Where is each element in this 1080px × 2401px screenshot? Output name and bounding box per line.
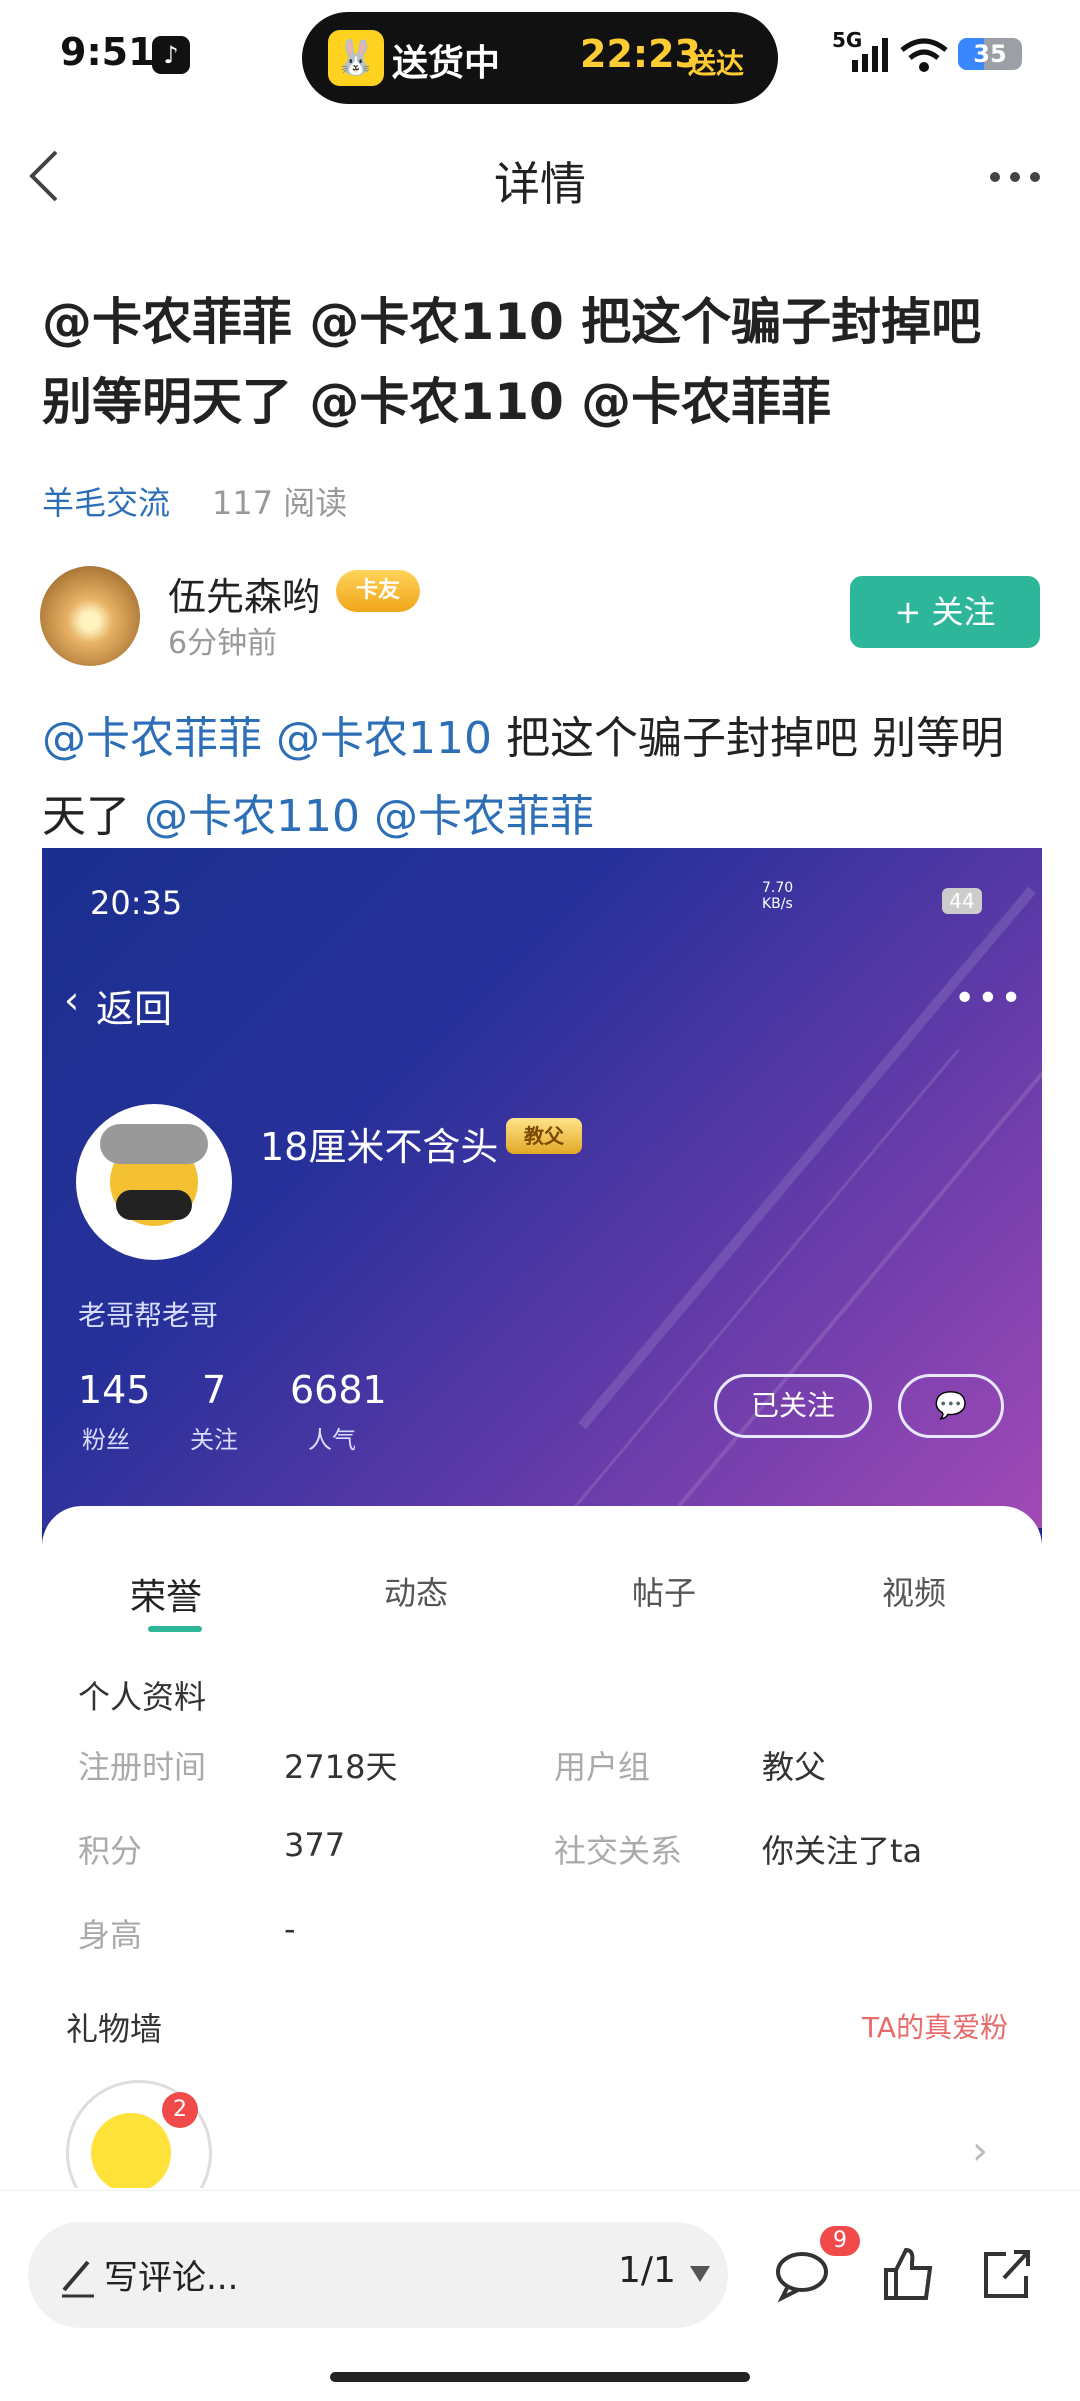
field-value: -: [284, 1910, 296, 1948]
author-badge: 卡友: [336, 570, 420, 612]
body-text: 把这个骗子封掉吧 别等明: [505, 713, 1004, 764]
embedded-user-avatar: [76, 1104, 232, 1260]
stat-value: 6681: [290, 1368, 387, 1412]
field-value: 你关注了ta: [762, 1832, 923, 1870]
stat-value: 7: [202, 1368, 227, 1412]
delivery-status: 送货中: [392, 43, 501, 84]
field-label: 社交关系: [554, 1832, 683, 1870]
caret-down-icon[interactable]: [688, 2264, 712, 2284]
embedded-username: 18厘米不含头: [260, 1125, 499, 1169]
embedded-profile-heading: 个人资料: [78, 1678, 207, 1716]
embedded-true-fans: TA的真爱粉: [862, 2011, 1009, 2044]
comment-placeholder: 写评论...: [104, 2258, 239, 2298]
page-indicator[interactable]: 1/1: [618, 2250, 676, 2291]
author-name[interactable]: 伍先森哟: [168, 566, 320, 621]
mention-link[interactable]: @卡农110: [276, 713, 492, 764]
comment-count-badge: 9: [820, 2226, 860, 2256]
embedded-group: 老哥帮老哥: [78, 1299, 219, 1332]
post-time: 6分钟前: [168, 626, 278, 661]
post-body: @卡农菲菲 @卡农110 把这个骗子封掉吧 别等明天了 @卡农110 @卡农菲菲: [42, 700, 1042, 856]
embedded-chevron-right-icon: ›: [972, 2128, 988, 2174]
page-title: 详情: [494, 157, 586, 211]
mention-link[interactable]: @卡农菲菲: [374, 791, 594, 842]
stat-label: 粉丝: [82, 1426, 130, 1454]
embedded-status-time: 20:35: [90, 884, 183, 922]
embedded-battery: 44: [942, 888, 982, 914]
read-count: 117 阅读: [212, 484, 348, 522]
thumbs-up-icon[interactable]: [878, 2244, 938, 2304]
pencil-icon: [62, 2260, 94, 2298]
home-indicator[interactable]: [330, 2372, 750, 2382]
field-label: 注册时间: [78, 1748, 207, 1786]
body-text: 天了: [42, 791, 130, 842]
author-avatar[interactable]: [40, 566, 140, 666]
embedded-tab-activity: 动态: [384, 1574, 449, 1612]
stat-value: 145: [78, 1368, 151, 1412]
mention-link[interactable]: @卡农110: [144, 791, 360, 842]
battery-level: 35: [973, 40, 1007, 68]
embedded-net-speed: 7.70 KB/s: [762, 880, 794, 912]
embedded-message-icon: 💬: [898, 1374, 1004, 1438]
embedded-more-icon: •••: [954, 978, 1024, 1019]
embedded-tab-underline: [148, 1626, 202, 1632]
stat-label: 关注: [190, 1426, 238, 1454]
post-image[interactable]: 20:35 7.70 KB/s 44 ‹ 返回 ••• 18厘米不含头 教父 老…: [42, 848, 1042, 2188]
wifi-icon: [900, 38, 948, 72]
delivery-eta-suffix: 送达: [688, 47, 745, 80]
delivery-eta: 22:23: [580, 32, 701, 76]
signal-icon: [852, 38, 888, 72]
field-label: 积分: [78, 1832, 143, 1870]
field-value: 2718天: [284, 1748, 398, 1786]
delivery-app-icon: 🐰: [328, 30, 384, 86]
embedded-gift-count: 2: [162, 2092, 198, 2128]
field-value: 教父: [762, 1748, 827, 1786]
embedded-back-icon: ‹: [64, 978, 80, 1022]
status-time: 9:51: [60, 30, 155, 74]
battery-icon: 35: [958, 38, 1022, 70]
field-label: 用户组: [554, 1748, 651, 1786]
follow-button[interactable]: + 关注: [850, 576, 1040, 648]
post-title: @卡农菲菲 @卡农110 把这个骗子封掉吧 别等明天了 @卡农110 @卡农菲菲: [42, 293, 982, 431]
embedded-followed-button: 已关注: [714, 1374, 872, 1438]
mention-link[interactable]: @卡农菲菲: [42, 713, 262, 764]
comment-icon[interactable]: [772, 2244, 832, 2304]
embedded-back-label: 返回: [96, 987, 173, 1031]
embedded-tab-posts: 帖子: [632, 1574, 697, 1612]
more-options-icon[interactable]: [988, 170, 1042, 184]
field-value: 377: [284, 1826, 346, 1864]
embedded-tab-honor: 荣誉: [130, 1577, 203, 1618]
tiktok-icon: ♪: [152, 36, 190, 74]
share-icon[interactable]: [976, 2244, 1036, 2304]
embedded-gift-wall: 礼物墙: [66, 2010, 163, 2048]
field-label: 身高: [78, 1916, 143, 1954]
board-link[interactable]: 羊毛交流: [42, 478, 170, 524]
embedded-tab-videos: 视频: [882, 1574, 947, 1612]
embedded-user-badge: 教父: [506, 1118, 582, 1154]
stat-label: 人气: [308, 1426, 356, 1454]
